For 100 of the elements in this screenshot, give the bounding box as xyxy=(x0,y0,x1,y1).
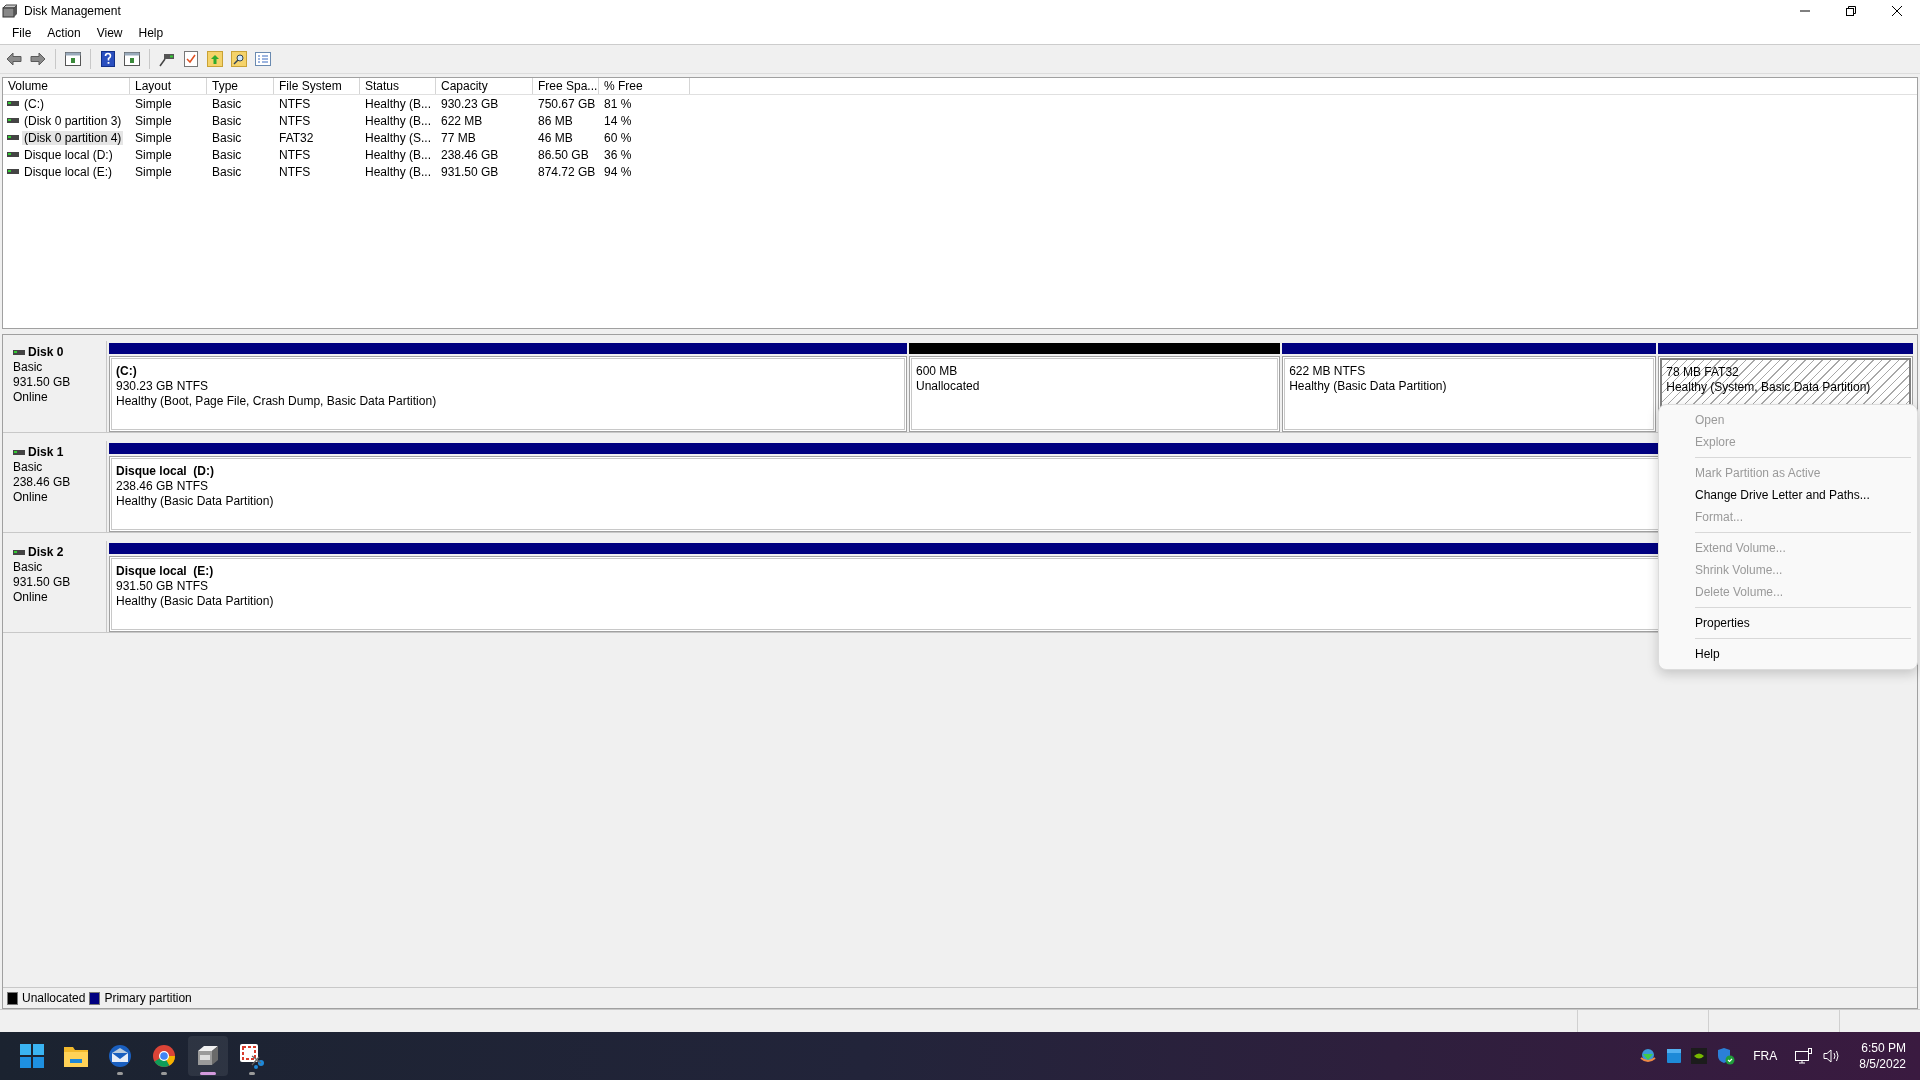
table-cell-text: 60 % xyxy=(603,130,633,145)
context-menu-item[interactable]: Help xyxy=(1659,643,1917,665)
table-cell-text: Simple xyxy=(134,130,173,145)
partition-size: 622 MB NTFS xyxy=(1289,364,1366,379)
table-cell-text: Simple xyxy=(134,147,173,162)
toolbar-button[interactable] xyxy=(63,49,83,69)
drive-name[interactable]: Disque local (D:) xyxy=(22,147,115,162)
table-cell-text: 36 % xyxy=(603,147,633,162)
disk-status: Online xyxy=(13,390,49,405)
table-cell-text: Simple xyxy=(134,164,173,179)
table-cell-text: NTFS xyxy=(278,113,312,128)
disk-management-icon xyxy=(196,1045,220,1067)
folder-search-icon xyxy=(231,51,247,67)
app-tile-icon[interactable] xyxy=(1667,1049,1682,1063)
table-cell-text: 86 MB xyxy=(537,113,574,128)
disk-name: Disk 0 xyxy=(28,345,64,360)
volume-icon xyxy=(7,118,19,123)
drive-name[interactable]: (Disk 0 partition 3) xyxy=(22,113,124,128)
disk-size: 931.50 GB xyxy=(13,375,72,390)
table-cell-text: NTFS xyxy=(278,164,312,179)
table-cell-text: 874.72 GB xyxy=(537,164,597,179)
legend-label: Unallocated xyxy=(22,991,86,1005)
partition-size: 600 MB xyxy=(916,364,958,379)
menu-item[interactable]: File xyxy=(4,24,40,42)
table-cell-text: Basic xyxy=(211,164,243,179)
folder-up-icon xyxy=(207,51,223,67)
partition-size: 930.23 GB NTFS xyxy=(116,379,209,394)
toolbar-button[interactable] xyxy=(98,49,118,69)
table-cell-text: 81 % xyxy=(603,96,633,111)
app-icon xyxy=(2,4,18,18)
back-icon xyxy=(6,52,22,66)
volume-icon xyxy=(7,152,19,157)
help-icon xyxy=(101,51,115,67)
table-cell-text: 94 % xyxy=(603,164,633,179)
forward-icon xyxy=(30,52,46,66)
clock-time[interactable]: 6:50 PM xyxy=(1861,1040,1906,1056)
checklist-icon xyxy=(184,51,198,67)
panel-icon xyxy=(124,52,140,66)
nvidia-icon[interactable] xyxy=(1691,1048,1708,1064)
disk-type: Basic xyxy=(13,560,44,575)
disk-size: 238.46 GB xyxy=(13,475,72,490)
table-cell-text: Healthy (B... xyxy=(364,164,433,179)
browser-icon xyxy=(152,1044,176,1068)
language-indicator[interactable]: FRA xyxy=(1753,1049,1778,1063)
clock-date[interactable]: 8/5/2022 xyxy=(1859,1056,1906,1072)
taskbar-app-button[interactable] xyxy=(188,1036,228,1076)
drive-name[interactable]: (Disk 0 partition 4) xyxy=(22,130,124,145)
disk-type: Basic xyxy=(13,460,44,475)
partition-status: Unallocated xyxy=(916,379,980,394)
restore-icon xyxy=(1846,6,1856,16)
partition-status: Healthy (System, Basic Data Partition) xyxy=(1666,380,1871,395)
shield-check-icon[interactable] xyxy=(1717,1047,1736,1065)
disk-type: Basic xyxy=(13,360,44,375)
table-cell-text: Healthy (B... xyxy=(364,113,433,128)
partition-block[interactable]: (C:) 930.23 GB NTFS Healthy (Boot, Page File, Crash Dump, Basic Data Partition) xyxy=(111,358,905,430)
menu-item[interactable]: Help xyxy=(130,24,172,42)
menu-item[interactable]: Action xyxy=(39,24,89,42)
legend-label: Primary partition xyxy=(104,991,192,1005)
disk-status: Online xyxy=(13,590,49,605)
table-cell-text: 238.46 GB xyxy=(440,147,500,162)
drive-name[interactable]: Disque local (E:) xyxy=(22,164,115,179)
disk-status: Online xyxy=(13,490,49,505)
folder-icon xyxy=(64,1045,88,1067)
windows-start-icon xyxy=(20,1044,44,1068)
disk-name: Disk 2 xyxy=(28,545,64,560)
close-icon xyxy=(1892,6,1902,16)
volume-icon[interactable] xyxy=(1823,1049,1842,1063)
table-cell-text: 46 MB xyxy=(537,130,574,145)
partition-size: 78 MB FAT32 xyxy=(1666,365,1739,380)
partition-status: Healthy (Basic Data Partition) xyxy=(1289,379,1447,394)
table-cell-text: Healthy (S... xyxy=(364,130,433,145)
disk-size: 931.50 GB xyxy=(13,575,72,590)
table-cell-text: NTFS xyxy=(278,96,312,111)
toolbar-button[interactable] xyxy=(122,49,142,69)
network-icon[interactable] xyxy=(1795,1048,1814,1064)
download-manager-icon[interactable] xyxy=(1639,1048,1658,1064)
partition-block[interactable]: 622 MB NTFS Healthy (Basic Data Partition) xyxy=(1284,358,1655,430)
partition-status: Healthy (Basic Data Partition) xyxy=(116,494,274,509)
table-cell-text: FAT32 xyxy=(278,130,315,145)
table-cell-text: Basic xyxy=(211,113,243,128)
table-cell-text: Simple xyxy=(134,113,173,128)
partition-title: (C:) xyxy=(116,364,137,379)
list-icon xyxy=(255,52,271,66)
volume-icon xyxy=(7,101,19,106)
table-cell-text: 931.50 GB xyxy=(440,164,500,179)
partition-block[interactable]: 600 MB Unallocated xyxy=(911,358,1279,430)
partition-status: Healthy (Basic Data Partition) xyxy=(116,594,274,609)
disk-name: Disk 1 xyxy=(28,445,64,460)
table-cell-text: 622 MB xyxy=(440,113,484,128)
table-cell-text: Basic xyxy=(211,130,243,145)
volume-icon xyxy=(7,135,19,140)
partition-title: Disque local (D:) xyxy=(116,464,214,479)
drive-connect-icon xyxy=(159,51,175,67)
menu-item[interactable]: View xyxy=(88,24,131,42)
table-cell-text: 750.67 GB xyxy=(537,96,597,111)
table-cell-text: 86.50 GB xyxy=(537,147,590,162)
drive-name[interactable]: (C:) xyxy=(22,96,46,111)
toolbar-button[interactable] xyxy=(229,49,249,69)
partition-size: 931.50 GB NTFS xyxy=(116,579,209,594)
table-cell-text: NTFS xyxy=(278,147,312,162)
